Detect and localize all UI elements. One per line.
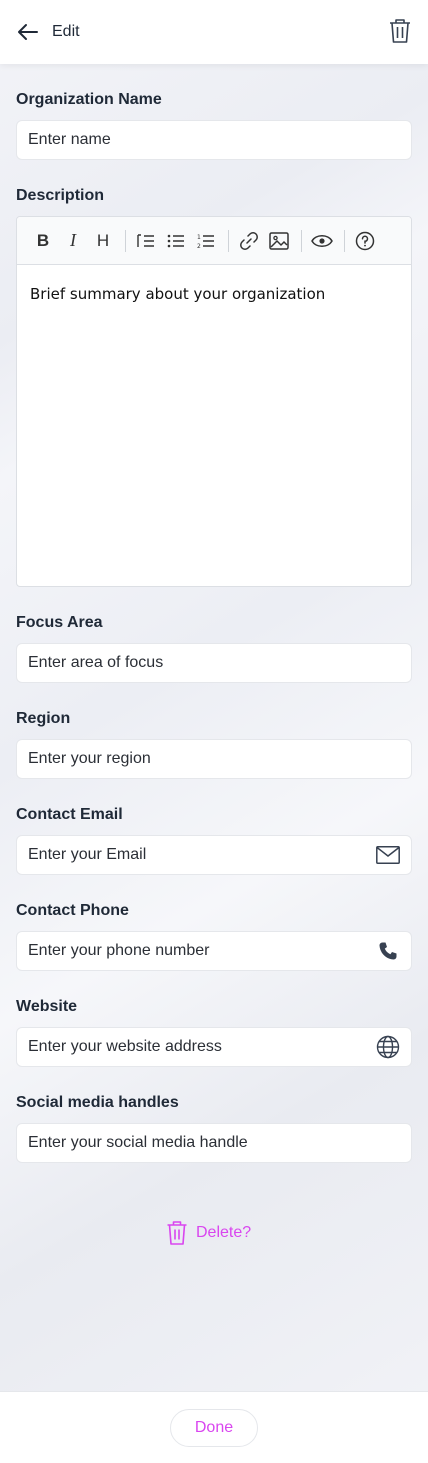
org-name-label: Organization Name — [16, 91, 162, 108]
org-name-input[interactable] — [28, 131, 400, 149]
image-icon[interactable] — [267, 229, 291, 253]
toolbar-divider — [301, 229, 302, 252]
region-field[interactable] — [16, 739, 412, 779]
bullet-list-icon[interactable] — [164, 229, 188, 253]
delete-label: Delete? — [196, 1224, 252, 1241]
preview-eye-icon[interactable] — [310, 229, 334, 253]
help-icon[interactable] — [353, 229, 377, 253]
focus-area-field[interactable] — [16, 643, 412, 683]
org-name-field[interactable] — [16, 120, 412, 160]
page-title: Edit — [52, 23, 80, 40]
toolbar-divider — [344, 229, 345, 252]
svg-text:1: 1 — [197, 234, 201, 241]
trash-icon — [167, 1221, 187, 1245]
trash-icon[interactable] — [388, 18, 412, 46]
focus-area-label: Focus Area — [16, 614, 103, 631]
blockquote-icon[interactable] — [134, 229, 158, 253]
description-editor: B I H 12 Brief summary about your organi… — [16, 216, 412, 587]
app-header: Edit — [0, 0, 428, 64]
phone-icon — [376, 939, 400, 963]
focus-area-input[interactable] — [28, 654, 400, 672]
region-input[interactable] — [28, 750, 400, 768]
website-field[interactable] — [16, 1027, 412, 1067]
social-input[interactable] — [28, 1134, 400, 1152]
mail-icon — [376, 843, 400, 867]
website-input[interactable] — [28, 1038, 376, 1056]
done-button[interactable]: Done — [170, 1408, 258, 1447]
delete-button[interactable]: Delete? — [166, 1219, 251, 1247]
globe-icon — [376, 1035, 400, 1059]
svg-text:2: 2 — [197, 243, 201, 249]
email-input[interactable] — [28, 846, 376, 864]
numbered-list-icon[interactable]: 12 — [194, 229, 218, 253]
phone-field[interactable] — [16, 931, 412, 971]
email-field[interactable] — [16, 835, 412, 875]
email-label: Contact Email — [16, 806, 123, 823]
social-field[interactable] — [16, 1123, 412, 1163]
region-label: Region — [16, 710, 71, 727]
website-label: Website — [16, 998, 78, 1015]
toolbar-divider — [228, 229, 229, 252]
phone-label: Contact Phone — [16, 902, 129, 919]
toolbar-divider — [125, 229, 126, 252]
footer-bar: Done — [0, 1391, 428, 1463]
link-icon[interactable] — [237, 229, 261, 253]
bold-button[interactable]: B — [31, 229, 55, 253]
editor-toolbar: B I H 12 — [17, 217, 411, 265]
description-text[interactable]: Brief summary about your organization — [17, 265, 411, 323]
back-arrow-icon[interactable] — [16, 20, 40, 44]
heading-button[interactable]: H — [91, 229, 115, 253]
italic-button[interactable]: I — [61, 229, 85, 253]
description-label: Description — [16, 187, 105, 204]
phone-input[interactable] — [28, 942, 376, 960]
social-label: Social media handles — [16, 1094, 179, 1111]
